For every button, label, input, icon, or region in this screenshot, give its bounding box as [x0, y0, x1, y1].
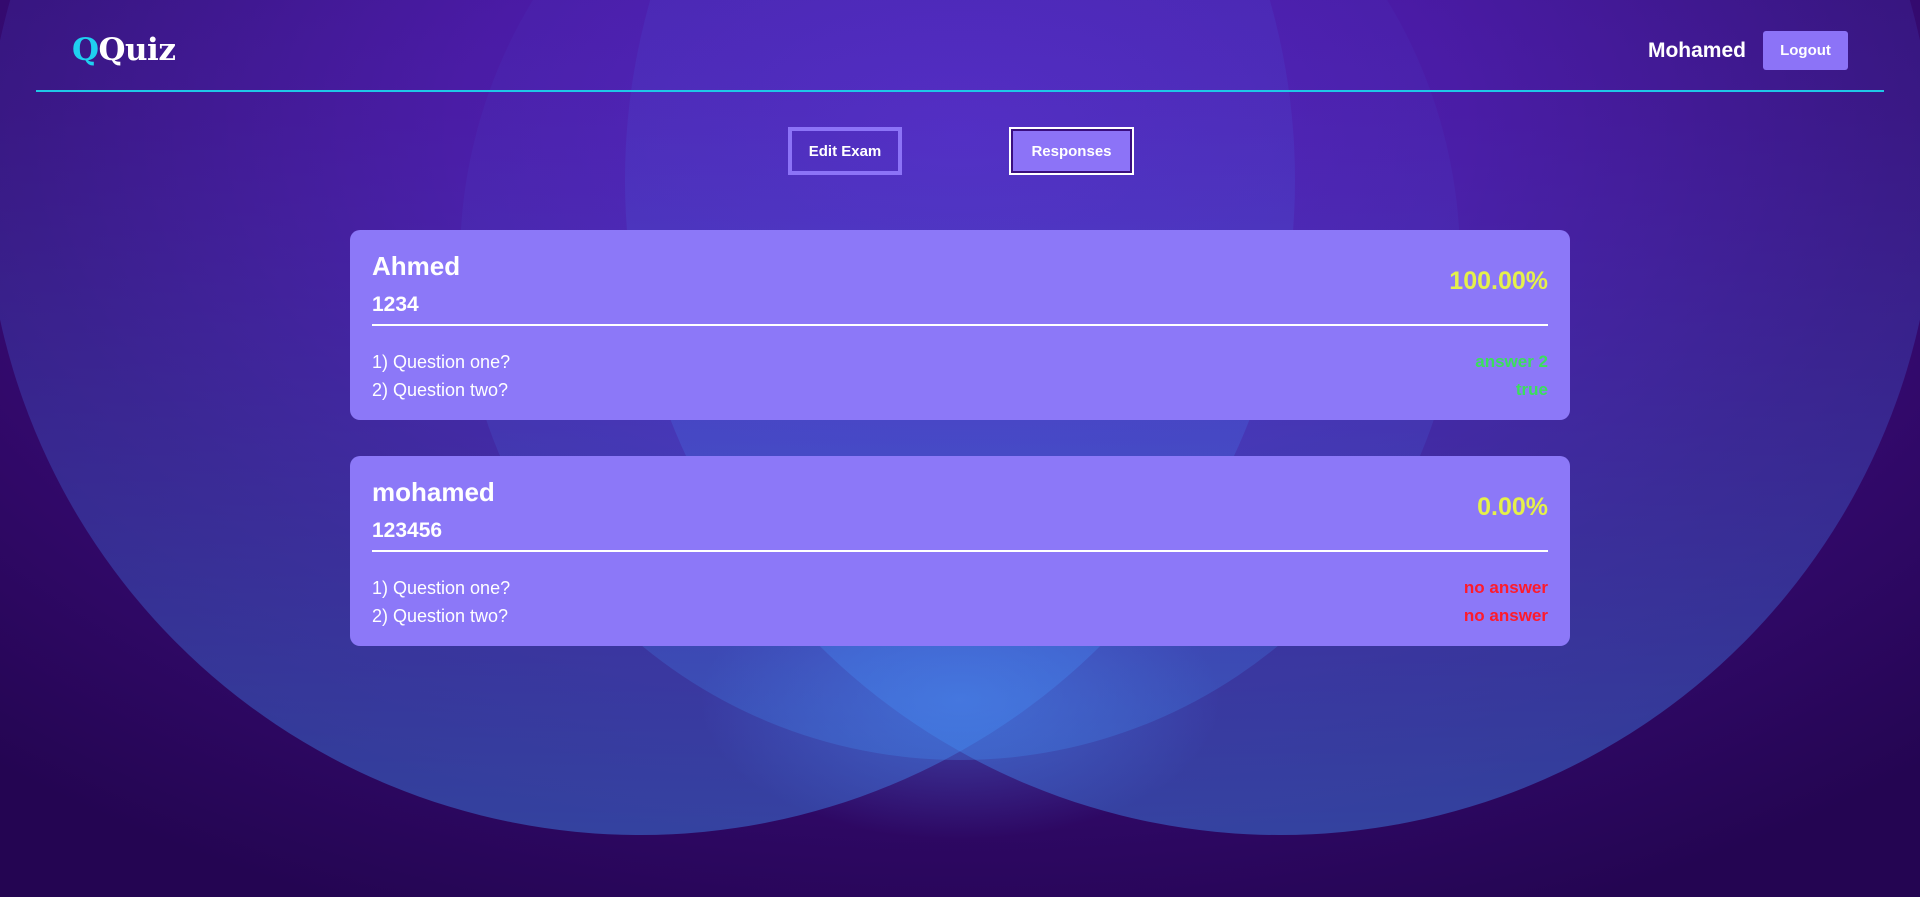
student-name: mohamed — [372, 477, 495, 507]
answer-row: 1) Question one? no answer — [372, 574, 1548, 602]
responses-list: Ahmed 1234 100.00% 1) Question one? answ… — [350, 230, 1570, 682]
question-text: 2) Question two? — [372, 606, 509, 626]
student-id: 123456 — [372, 519, 443, 542]
logo-text: Quiz — [98, 32, 176, 68]
student-id: 1234 — [372, 293, 419, 316]
app-logo[interactable]: QQuiz — [72, 30, 176, 70]
exam-tabs: Edit Exam Responses — [0, 127, 1920, 177]
answer-value: answer 2 — [1475, 352, 1548, 371]
response-card-header: mohamed 123456 0.00% — [372, 476, 1548, 552]
question-text: 1) Question one? — [372, 352, 511, 372]
score-percentage: 0.00% — [1477, 493, 1548, 521]
score-percentage: 100.00% — [1449, 267, 1548, 295]
answer-value: no answer — [1463, 578, 1548, 597]
question-text: 2) Question two? — [372, 380, 509, 400]
top-navbar: QQuiz Mohamed Logout — [36, 0, 1884, 92]
current-user-name: Mohamed — [1647, 39, 1746, 62]
question-text: 1) Question one? — [372, 578, 511, 598]
answer-value: no answer — [1463, 606, 1548, 625]
tab-responses[interactable]: Responses — [1009, 127, 1134, 175]
answer-row: 2) Question two? no answer — [372, 602, 1548, 630]
response-card: Ahmed 1234 100.00% 1) Question one? answ… — [350, 230, 1570, 420]
response-card-header: Ahmed 1234 100.00% — [372, 250, 1548, 326]
answer-row: 2) Question two? true — [372, 376, 1548, 404]
student-name: Ahmed — [372, 251, 461, 281]
logout-button[interactable]: Logout — [1763, 31, 1848, 70]
answer-row: 1) Question one? answer 2 — [372, 348, 1548, 376]
response-card: mohamed 123456 0.00% 1) Question one? no… — [350, 456, 1570, 646]
answer-value: true — [1515, 380, 1548, 399]
logo-q-letter: Q — [72, 32, 99, 68]
tab-edit-exam[interactable]: Edit Exam — [788, 127, 902, 175]
